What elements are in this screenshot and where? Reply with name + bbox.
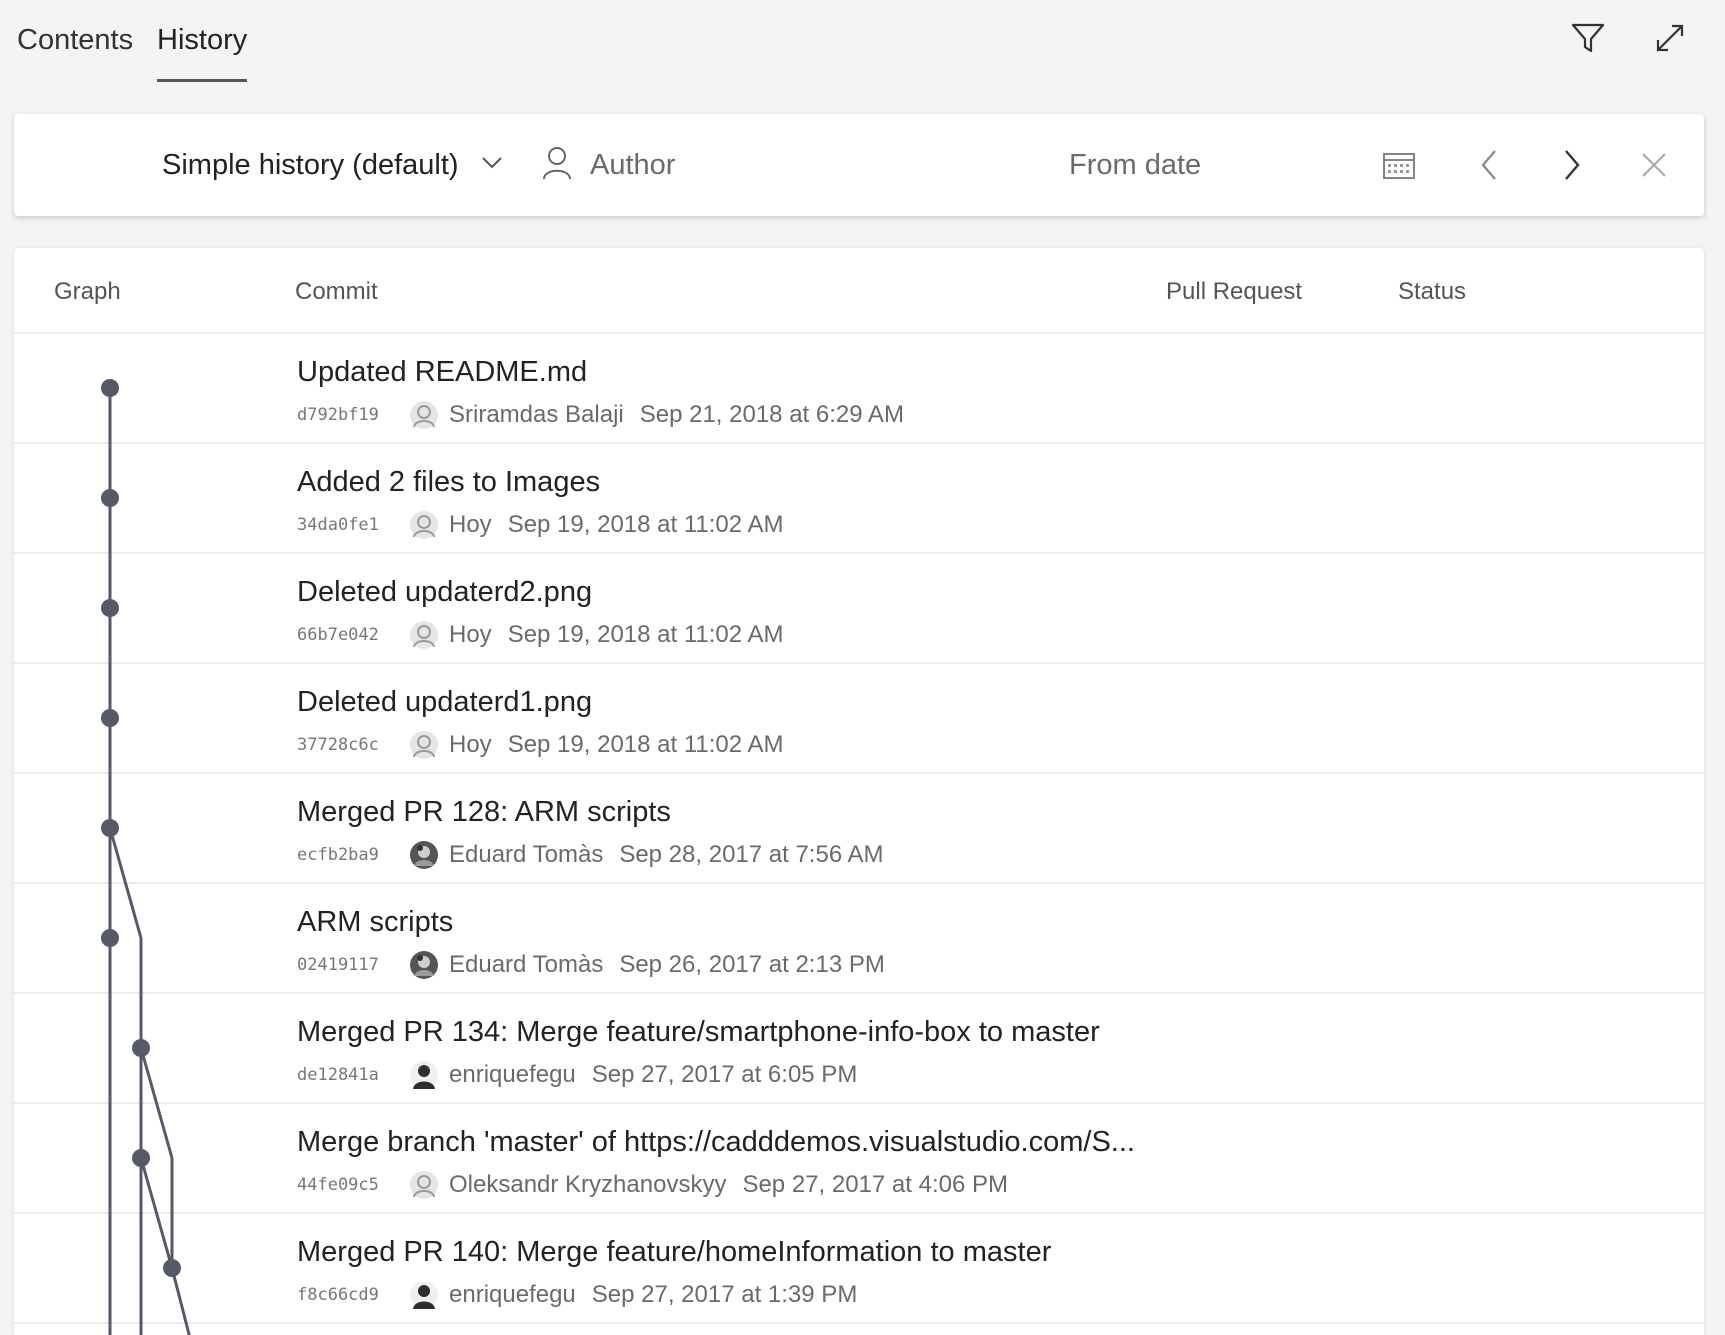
table-row[interactable]: Updated README.md d792bf19 Sriramdas Balaj…: [14, 334, 1704, 444]
calendar-icon[interactable]: [1374, 114, 1424, 216]
commit-hash[interactable]: f8c66cd9: [297, 1285, 409, 1305]
filter-icon[interactable]: [1568, 18, 1608, 58]
commit-meta: 44fe09c5 Oleksandr Kryzhanovskyy Sep 27, 2…: [297, 1170, 1008, 1200]
commit-rows: Updated README.md d792bf19 Sriramdas Balaj…: [14, 334, 1704, 1324]
commit-meta: f8c66cd9 enriquefegu Sep 27, 2017 at 1:39 …: [297, 1280, 857, 1310]
commit-author: Hoy: [449, 511, 492, 538]
commit-hash[interactable]: de12841a: [297, 1065, 409, 1085]
expand-icon[interactable]: [1650, 18, 1690, 58]
commit-hash[interactable]: ecfb2ba9: [297, 845, 409, 865]
commit-date: Sep 27, 2017 at 1:39 PM: [591, 1281, 858, 1308]
column-header-pull-request: Pull Request: [1166, 278, 1303, 305]
chevron-right-icon[interactable]: [1547, 114, 1597, 216]
commit-author: enriquefegu: [449, 1061, 576, 1088]
commit-date: Sep 19, 2018 at 11:02 AM: [507, 731, 784, 758]
person-avatar: [409, 1060, 439, 1090]
commit-author: Sriramdas Balaji: [449, 401, 624, 428]
commit-hash[interactable]: 66b7e042: [297, 625, 409, 645]
commit-message[interactable]: Merged PR 140: Merge feature/homeInforma…: [297, 1236, 1051, 1269]
commit-message[interactable]: Deleted updaterd2.png: [297, 576, 592, 609]
history-mode-label: Simple history (default): [162, 148, 459, 181]
column-header-status: Status: [1398, 278, 1467, 305]
tab-history[interactable]: History: [157, 20, 248, 82]
commit-date: Sep 19, 2018 at 11:02 AM: [507, 511, 784, 538]
commit-author: Oleksandr Kryzhanovskyy: [449, 1171, 727, 1198]
commit-author: Eduard Tomàs: [449, 841, 604, 868]
history-mode-dropdown[interactable]: Simple history (default): [162, 114, 503, 216]
chevron-left-icon[interactable]: [1464, 114, 1514, 216]
top-bar: Contents History: [0, 0, 1725, 100]
tab-contents[interactable]: Contents: [17, 20, 133, 82]
commit-message[interactable]: Merged PR 128: ARM scripts: [297, 796, 671, 829]
commit-date: Sep 21, 2018 at 6:29 AM: [639, 401, 904, 428]
commit-meta: ecfb2ba9 Eduard Tomàs Sep 28, 2017 at 7:56…: [297, 840, 884, 870]
person-icon: [542, 146, 572, 185]
commit-hash[interactable]: 37728c6c: [297, 735, 409, 755]
commit-author: Eduard Tomàs: [449, 951, 604, 978]
table-row[interactable]: Merged PR 134: Merge feature/smartphone-…: [14, 994, 1704, 1104]
commit-meta: 02419117 Eduard Tomàs Sep 26, 2017 at 2:13…: [297, 950, 885, 980]
generic-avatar: [409, 620, 439, 650]
chevron-down-icon: [481, 156, 503, 175]
commit-date: Sep 27, 2017 at 4:06 PM: [742, 1171, 1008, 1198]
commit-history-table: Graph Commit Pull Request Status Updated…: [14, 248, 1704, 1335]
table-row[interactable]: Merged PR 128: ARM scripts ecfb2ba9 Eduard…: [14, 774, 1704, 884]
commit-hash[interactable]: 02419117: [297, 955, 409, 975]
commit-hash[interactable]: d792bf19: [297, 405, 409, 425]
commit-hash[interactable]: 34da0fe1: [297, 515, 409, 535]
commit-message[interactable]: Merged PR 134: Merge feature/smartphone-…: [297, 1016, 1100, 1049]
commit-meta: 37728c6c Hoy Sep 19, 2018 at 11:02 AM: [297, 730, 783, 760]
table-row[interactable]: ARM scripts 02419117 Eduard Tomàs Sep 26, 2…: [14, 884, 1704, 994]
table-row[interactable]: Deleted updaterd2.png 66b7e042 Hoy Sep 19, …: [14, 554, 1704, 664]
commit-hash[interactable]: 44fe09c5: [297, 1175, 409, 1195]
author-filter[interactable]: Author: [542, 114, 675, 216]
close-icon[interactable]: [1629, 114, 1679, 216]
generic-avatar: [409, 730, 439, 760]
commit-message[interactable]: Deleted updaterd1.png: [297, 686, 592, 719]
photo-avatar: [409, 840, 439, 870]
commit-meta: d792bf19 Sriramdas Balaji Sep 21, 2018 at …: [297, 400, 904, 430]
person-avatar: [409, 1280, 439, 1310]
table-row[interactable]: Added 2 files to Images 34da0fe1 Hoy Sep 19…: [14, 444, 1704, 554]
generic-avatar: [409, 400, 439, 430]
generic-avatar: [409, 510, 439, 540]
commit-message[interactable]: Merge branch 'master' of https://cadddem…: [297, 1126, 1135, 1159]
commit-author: Hoy: [449, 731, 492, 758]
commit-meta: de12841a enriquefegu Sep 27, 2017 at 6:05 …: [297, 1060, 857, 1090]
commit-message[interactable]: ARM scripts: [297, 906, 453, 939]
table-row[interactable]: Deleted updaterd1.png 37728c6c Hoy Sep 19, …: [14, 664, 1704, 774]
table-row[interactable]: Merged PR 140: Merge feature/homeInforma…: [14, 1214, 1704, 1324]
commit-meta: 34da0fe1 Hoy Sep 19, 2018 at 11:02 AM: [297, 510, 783, 540]
commit-date: Sep 26, 2017 at 2:13 PM: [619, 951, 885, 978]
commit-meta: 66b7e042 Hoy Sep 19, 2018 at 11:02 AM: [297, 620, 783, 650]
generic-avatar: [409, 1170, 439, 1200]
commit-message[interactable]: Updated README.md: [297, 356, 587, 389]
commit-author: enriquefegu: [449, 1281, 576, 1308]
commit-date: Sep 28, 2017 at 7:56 AM: [619, 841, 884, 868]
column-header-graph: Graph: [54, 278, 121, 305]
commit-author: Hoy: [449, 621, 492, 648]
column-header-commit: Commit: [295, 278, 378, 305]
history-filter-bar: Simple history (default) Author From dat…: [14, 114, 1704, 216]
author-placeholder: Author: [590, 148, 676, 181]
commit-message[interactable]: Added 2 files to Images: [297, 466, 600, 499]
commit-date: Sep 27, 2017 at 6:05 PM: [591, 1061, 858, 1088]
from-date-placeholder: From date: [1069, 148, 1202, 181]
table-header: Graph Commit Pull Request Status: [14, 248, 1704, 334]
from-date-field[interactable]: From date: [1069, 114, 1201, 216]
table-row[interactable]: Merge branch 'master' of https://cadddem…: [14, 1104, 1704, 1214]
photo-avatar: [409, 950, 439, 980]
commit-date: Sep 19, 2018 at 11:02 AM: [507, 621, 784, 648]
